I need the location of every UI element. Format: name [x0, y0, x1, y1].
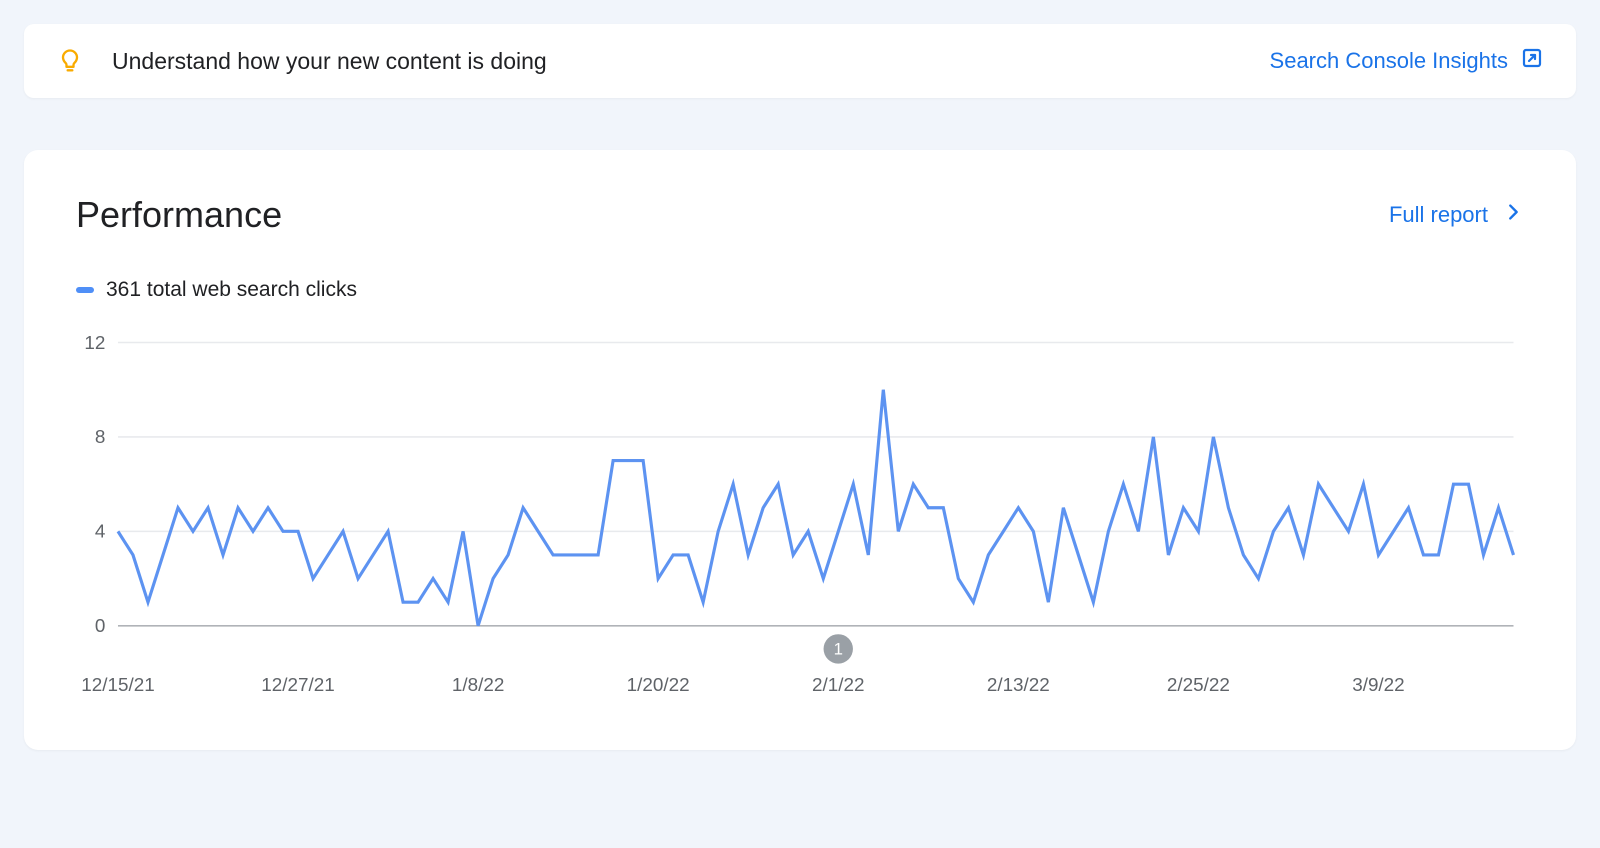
insights-link-label: Search Console Insights — [1270, 48, 1508, 74]
svg-text:12/27/21: 12/27/21 — [261, 675, 334, 696]
svg-text:2/1/22: 2/1/22 — [812, 675, 864, 696]
page: Understand how your new content is doing… — [0, 0, 1600, 774]
external-link-icon — [1520, 46, 1544, 76]
svg-text:2/13/22: 2/13/22 — [987, 675, 1050, 696]
svg-text:1: 1 — [834, 639, 843, 658]
svg-text:12: 12 — [84, 333, 105, 354]
svg-text:3/9/22: 3/9/22 — [1352, 675, 1404, 696]
svg-text:0: 0 — [95, 616, 106, 637]
card-head: Performance Full report — [76, 194, 1524, 236]
lightbulb-icon — [56, 47, 84, 75]
insights-link[interactable]: Search Console Insights — [1270, 46, 1544, 76]
full-report-label: Full report — [1389, 202, 1488, 228]
svg-text:1/20/22: 1/20/22 — [627, 675, 690, 696]
chevron-right-icon — [1502, 201, 1524, 229]
svg-text:1/8/22: 1/8/22 — [452, 675, 504, 696]
card-title: Performance — [76, 194, 282, 236]
svg-text:4: 4 — [95, 522, 106, 543]
performance-card: Performance Full report 361 total web se… — [24, 150, 1576, 750]
legend-label: 361 total web search clicks — [106, 278, 357, 302]
full-report-link[interactable]: Full report — [1389, 201, 1524, 229]
svg-text:2/25/22: 2/25/22 — [1167, 675, 1230, 696]
chart-legend: 361 total web search clicks — [76, 278, 1524, 302]
chart: 0 4 8 12 1 12/15/21 12/27/21 1/8/22 1/20/22 2/1/2… — [76, 332, 1524, 710]
banner-left: Understand how your new content is doing — [56, 47, 547, 75]
svg-text:12/15/21: 12/15/21 — [81, 675, 154, 696]
chart-svg: 0 4 8 12 1 12/15/21 12/27/21 1/8/22 1/20/22 2/1/2… — [76, 332, 1524, 710]
insights-banner: Understand how your new content is doing… — [24, 24, 1576, 98]
legend-swatch — [76, 287, 94, 293]
banner-title: Understand how your new content is doing — [112, 48, 547, 75]
svg-text:8: 8 — [95, 427, 106, 448]
